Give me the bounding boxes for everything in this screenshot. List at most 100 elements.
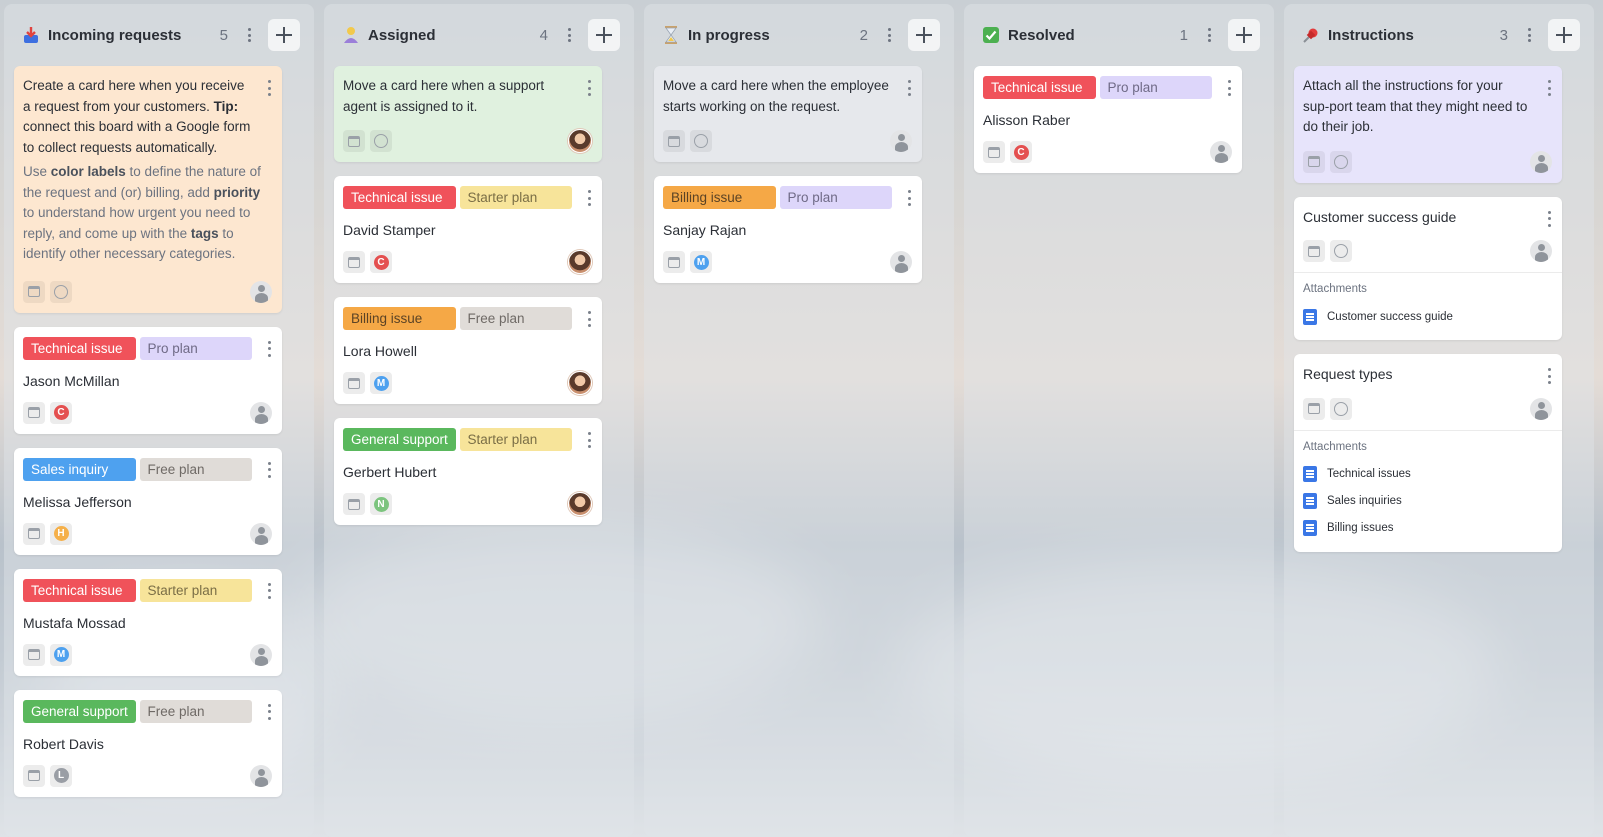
calendar-icon[interactable] (23, 522, 45, 545)
attachment-item[interactable]: Sales inquiries (1303, 488, 1552, 515)
label-plan: Free plan (139, 457, 252, 481)
calendar-icon[interactable] (23, 280, 45, 303)
priority-badge[interactable]: C (1010, 141, 1032, 163)
label-category: General support (23, 699, 136, 723)
card-menu-icon[interactable] (268, 340, 272, 357)
add-card-button[interactable] (1548, 19, 1580, 51)
priority-badge[interactable]: M (690, 251, 712, 273)
priority-badge[interactable]: L (50, 764, 72, 787)
instruction-card[interactable]: Create a card here when you receive a re… (14, 66, 282, 313)
add-card-button[interactable] (268, 19, 300, 51)
instruction-card[interactable]: Move a card here when the employee start… (654, 66, 922, 162)
priority-badge[interactable]: H (50, 522, 72, 545)
label-plan: Pro plan (139, 336, 252, 360)
assignee-avatar[interactable] (568, 371, 592, 395)
calendar-icon[interactable] (23, 401, 45, 424)
column-menu-icon[interactable] (1202, 26, 1216, 44)
card-menu-icon[interactable] (268, 703, 272, 720)
request-card[interactable]: General support Free plan Robert Davis L (14, 689, 282, 797)
card-menu-icon[interactable] (1548, 210, 1552, 227)
priority-icon[interactable] (1330, 397, 1352, 420)
card-menu-icon[interactable] (908, 80, 912, 96)
attachment-name: Customer success guide (1327, 310, 1453, 323)
add-card-button[interactable] (1228, 19, 1260, 51)
priority-badge[interactable]: N (370, 493, 392, 515)
assignee-placeholder-icon[interactable] (250, 522, 272, 545)
priority-icon[interactable] (370, 130, 392, 152)
card-menu-icon[interactable] (588, 80, 592, 96)
priority-badge[interactable]: M (370, 372, 392, 394)
priority-icon[interactable] (1330, 150, 1352, 173)
calendar-icon[interactable] (23, 764, 45, 787)
column-menu-icon[interactable] (562, 26, 576, 44)
document-card[interactable]: Customer success guide Attachments Custo… (1294, 196, 1562, 340)
calendar-icon[interactable] (1303, 397, 1325, 420)
assignee-placeholder-icon[interactable] (890, 130, 912, 152)
document-icon (1303, 308, 1317, 325)
calendar-icon[interactable] (663, 251, 685, 273)
column-menu-icon[interactable] (1522, 26, 1536, 44)
card-menu-icon[interactable] (1228, 80, 1232, 96)
instruction-card[interactable]: Move a card here when a support agent is… (334, 66, 602, 162)
card-menu-icon[interactable] (1548, 80, 1552, 96)
assignee-placeholder-icon[interactable] (250, 280, 272, 303)
request-card[interactable]: Technical issue Starter plan David Stampe… (334, 176, 602, 283)
assignee-placeholder-icon[interactable] (890, 251, 912, 273)
calendar-icon[interactable] (1303, 240, 1325, 262)
attachment-name: Billing issues (1327, 522, 1394, 534)
instruction-card[interactable]: Attach all the instructions for your sup… (1294, 66, 1562, 183)
add-card-button[interactable] (588, 19, 620, 51)
calendar-icon[interactable] (343, 251, 365, 273)
assignee-avatar[interactable] (568, 492, 592, 516)
assignee-placeholder-icon[interactable] (250, 643, 272, 666)
request-card[interactable]: Billing issue Free plan Lora Howell M (334, 297, 602, 404)
card-menu-icon[interactable] (268, 80, 272, 96)
priority-icon[interactable] (50, 280, 72, 303)
column-instructions: Instructions 3 Attach all the instructio… (1284, 4, 1594, 837)
label-category: Technical issue (983, 76, 1096, 99)
priority-badge[interactable]: M (50, 643, 72, 666)
priority-badge[interactable]: C (50, 401, 72, 424)
request-card[interactable]: General support Starter plan Gerbert Hube… (334, 418, 602, 525)
card-menu-icon[interactable] (268, 582, 272, 599)
request-card[interactable]: Sales inquiry Free plan Melissa Jefferson… (14, 447, 282, 555)
request-card[interactable]: Billing issue Pro plan Sanjay Rajan M (654, 176, 922, 283)
assignee-placeholder-icon[interactable] (1210, 141, 1232, 163)
priority-icon[interactable] (690, 130, 712, 152)
calendar-icon[interactable] (23, 643, 45, 666)
assignee-avatar[interactable] (568, 250, 592, 274)
card-menu-icon[interactable] (588, 311, 592, 327)
assignee-placeholder-icon[interactable] (1530, 150, 1552, 173)
request-card[interactable]: Technical issue Pro plan Jason McMillan C (14, 326, 282, 434)
assignee-placeholder-icon[interactable] (250, 401, 272, 424)
request-card[interactable]: Technical issue Pro plan Alisson Raber C (974, 66, 1242, 173)
attachment-item[interactable]: Customer success guide (1303, 303, 1552, 330)
calendar-icon[interactable] (343, 493, 365, 515)
column-menu-icon[interactable] (882, 26, 896, 44)
priority-badge[interactable]: C (370, 251, 392, 273)
assignee-placeholder-icon[interactable] (250, 764, 272, 787)
document-card[interactable]: Request types Attachments Technical issu… (1294, 354, 1562, 552)
card-menu-icon[interactable] (908, 190, 912, 206)
card-menu-icon[interactable] (268, 461, 272, 478)
card-menu-icon[interactable] (588, 190, 592, 206)
calendar-icon[interactable] (983, 141, 1005, 163)
card-menu-icon[interactable] (1548, 368, 1552, 384)
calendar-icon[interactable] (663, 130, 685, 152)
customer-name: Mustafa Mossad (23, 614, 126, 631)
card-subtext: Use color labels to define the nature of… (23, 164, 261, 261)
attachment-item[interactable]: Billing issues (1303, 515, 1552, 542)
assignee-placeholder-icon[interactable] (1530, 240, 1552, 262)
calendar-icon[interactable] (343, 130, 365, 152)
card-menu-icon[interactable] (588, 432, 592, 448)
calendar-icon[interactable] (343, 372, 365, 394)
assignee-avatar[interactable] (568, 129, 592, 153)
label-category: Technical issue (23, 336, 136, 360)
calendar-icon[interactable] (1303, 150, 1325, 173)
assignee-placeholder-icon[interactable] (1530, 397, 1552, 420)
column-menu-icon[interactable] (242, 26, 256, 44)
add-card-button[interactable] (908, 19, 940, 51)
request-card[interactable]: Technical issue Starter plan Mustafa Moss… (14, 568, 282, 676)
priority-icon[interactable] (1330, 240, 1352, 262)
attachment-item[interactable]: Technical issues (1303, 461, 1552, 488)
